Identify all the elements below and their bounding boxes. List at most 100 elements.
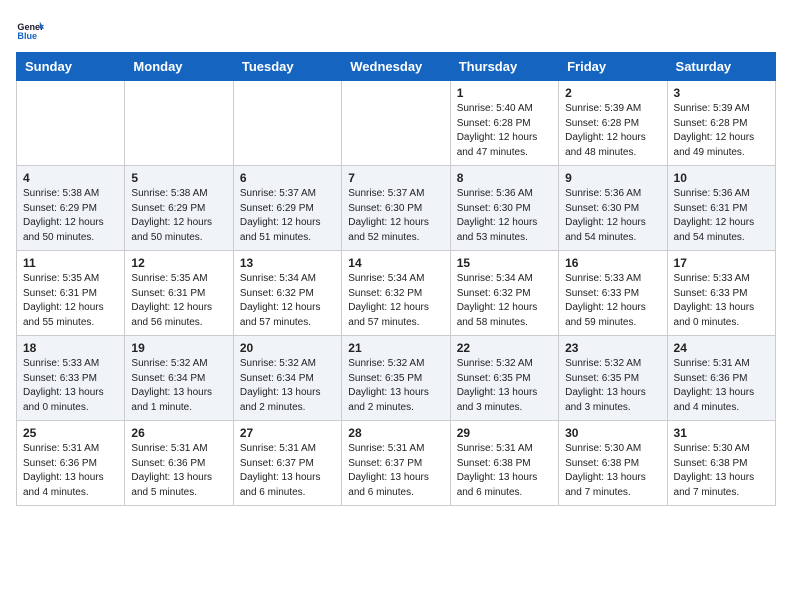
- calendar-day-cell: 31 Sunrise: 5:30 AM Sunset: 6:38 PM Dayli…: [667, 421, 775, 506]
- calendar-day-cell: 18 Sunrise: 5:33 AM Sunset: 6:33 PM Dayli…: [17, 336, 125, 421]
- day-info: Sunrise: 5:32 AM Sunset: 6:35 PM Dayligh…: [348, 357, 443, 415]
- day-info: Sunrise: 5:30 AM Sunset: 6:38 PM Dayligh…: [674, 442, 769, 500]
- day-info: Sunrise: 5:33 AM Sunset: 6:33 PM Dayligh…: [23, 357, 118, 415]
- day-info: Sunrise: 5:34 AM Sunset: 6:32 PM Dayligh…: [240, 272, 335, 330]
- day-info: Sunrise: 5:34 AM Sunset: 6:32 PM Dayligh…: [457, 272, 552, 330]
- day-info: Sunrise: 5:33 AM Sunset: 6:33 PM Dayligh…: [565, 272, 660, 330]
- calendar-day-cell: 16 Sunrise: 5:33 AM Sunset: 6:33 PM Dayli…: [559, 251, 667, 336]
- day-number: 14: [348, 256, 443, 270]
- calendar-day-cell: 14 Sunrise: 5:34 AM Sunset: 6:32 PM Dayli…: [342, 251, 450, 336]
- day-info: Sunrise: 5:31 AM Sunset: 6:36 PM Dayligh…: [23, 442, 118, 500]
- day-info: Sunrise: 5:32 AM Sunset: 6:35 PM Dayligh…: [565, 357, 660, 415]
- calendar-day-cell: 19Sunrise: 5:32 AM Sunset: 6:34 PM Dayli…: [125, 336, 233, 421]
- calendar-day-cell: 13 Sunrise: 5:34 AM Sunset: 6:32 PM Dayli…: [233, 251, 341, 336]
- day-number: 5: [131, 171, 226, 185]
- calendar-day-cell: 8 Sunrise: 5:36 AM Sunset: 6:30 PM Daylig…: [450, 166, 558, 251]
- calendar-week-row: 18 Sunrise: 5:33 AM Sunset: 6:33 PM Dayli…: [17, 336, 776, 421]
- day-info: Sunrise: 5:35 AM Sunset: 6:31 PM Dayligh…: [131, 272, 226, 330]
- day-info: Sunrise: 5:38 AM Sunset: 6:29 PM Dayligh…: [131, 187, 226, 245]
- day-number: 15: [457, 256, 552, 270]
- day-number: 23: [565, 341, 660, 355]
- weekday-header: Saturday: [667, 53, 775, 81]
- day-info: Sunrise: 5:31 AM Sunset: 6:38 PM Dayligh…: [457, 442, 552, 500]
- calendar-header-row: SundayMondayTuesdayWednesdayThursdayFrid…: [17, 53, 776, 81]
- day-number: 19: [131, 341, 226, 355]
- day-info: Sunrise: 5:32 AM Sunset: 6:34 PM Dayligh…: [240, 357, 335, 415]
- calendar-day-cell: 2 Sunrise: 5:39 AM Sunset: 6:28 PM Daylig…: [559, 81, 667, 166]
- calendar-day-cell: 12 Sunrise: 5:35 AM Sunset: 6:31 PM Dayli…: [125, 251, 233, 336]
- day-info: Sunrise: 5:31 AM Sunset: 6:36 PM Dayligh…: [131, 442, 226, 500]
- day-info: Sunrise: 5:35 AM Sunset: 6:31 PM Dayligh…: [23, 272, 118, 330]
- day-number: 28: [348, 426, 443, 440]
- calendar-day-cell: 3 Sunrise: 5:39 AM Sunset: 6:28 PM Daylig…: [667, 81, 775, 166]
- calendar-day-cell: 23 Sunrise: 5:32 AM Sunset: 6:35 PM Dayli…: [559, 336, 667, 421]
- day-number: 22: [457, 341, 552, 355]
- day-info: Sunrise: 5:31 AM Sunset: 6:36 PM Dayligh…: [674, 357, 769, 415]
- day-number: 13: [240, 256, 335, 270]
- calendar-day-cell: 4 Sunrise: 5:38 AM Sunset: 6:29 PM Daylig…: [17, 166, 125, 251]
- day-info: Sunrise: 5:40 AM Sunset: 6:28 PM Dayligh…: [457, 102, 552, 160]
- day-info: Sunrise: 5:34 AM Sunset: 6:32 PM Dayligh…: [348, 272, 443, 330]
- day-number: 12: [131, 256, 226, 270]
- weekday-header: Thursday: [450, 53, 558, 81]
- day-number: 21: [348, 341, 443, 355]
- day-number: 2: [565, 86, 660, 100]
- weekday-header: Sunday: [17, 53, 125, 81]
- day-info: Sunrise: 5:36 AM Sunset: 6:31 PM Dayligh…: [674, 187, 769, 245]
- day-number: 6: [240, 171, 335, 185]
- day-number: 4: [23, 171, 118, 185]
- calendar-day-cell: [17, 81, 125, 166]
- calendar-day-cell: [342, 81, 450, 166]
- calendar-day-cell: 10 Sunrise: 5:36 AM Sunset: 6:31 PM Dayli…: [667, 166, 775, 251]
- calendar-day-cell: 15 Sunrise: 5:34 AM Sunset: 6:32 PM Dayli…: [450, 251, 558, 336]
- svg-text:Blue: Blue: [17, 31, 37, 41]
- calendar-day-cell: 24 Sunrise: 5:31 AM Sunset: 6:36 PM Dayli…: [667, 336, 775, 421]
- day-number: 30: [565, 426, 660, 440]
- day-number: 9: [565, 171, 660, 185]
- weekday-header: Monday: [125, 53, 233, 81]
- day-number: 25: [23, 426, 118, 440]
- day-info: Sunrise: 5:36 AM Sunset: 6:30 PM Dayligh…: [457, 187, 552, 245]
- calendar-day-cell: 11 Sunrise: 5:35 AM Sunset: 6:31 PM Dayli…: [17, 251, 125, 336]
- calendar-day-cell: 20 Sunrise: 5:32 AM Sunset: 6:34 PM Dayli…: [233, 336, 341, 421]
- calendar-day-cell: [233, 81, 341, 166]
- weekday-header: Friday: [559, 53, 667, 81]
- calendar-day-cell: 7Sunrise: 5:37 AM Sunset: 6:30 PM Daylig…: [342, 166, 450, 251]
- day-number: 1: [457, 86, 552, 100]
- logo: General Blue: [16, 16, 44, 44]
- calendar-day-cell: 9Sunrise: 5:36 AM Sunset: 6:30 PM Daylig…: [559, 166, 667, 251]
- calendar-day-cell: 30 Sunrise: 5:30 AM Sunset: 6:38 PM Dayli…: [559, 421, 667, 506]
- day-info: Sunrise: 5:31 AM Sunset: 6:37 PM Dayligh…: [240, 442, 335, 500]
- day-number: 10: [674, 171, 769, 185]
- day-number: 29: [457, 426, 552, 440]
- day-number: 20: [240, 341, 335, 355]
- calendar-day-cell: 17 Sunrise: 5:33 AM Sunset: 6:33 PM Dayli…: [667, 251, 775, 336]
- day-number: 27: [240, 426, 335, 440]
- logo-icon: General Blue: [16, 16, 44, 44]
- calendar-week-row: 25 Sunrise: 5:31 AM Sunset: 6:36 PM Dayli…: [17, 421, 776, 506]
- calendar-day-cell: 5 Sunrise: 5:38 AM Sunset: 6:29 PM Daylig…: [125, 166, 233, 251]
- day-info: Sunrise: 5:31 AM Sunset: 6:37 PM Dayligh…: [348, 442, 443, 500]
- day-number: 3: [674, 86, 769, 100]
- calendar-day-cell: 28 Sunrise: 5:31 AM Sunset: 6:37 PM Dayli…: [342, 421, 450, 506]
- calendar-day-cell: 21 Sunrise: 5:32 AM Sunset: 6:35 PM Dayli…: [342, 336, 450, 421]
- day-number: 26: [131, 426, 226, 440]
- weekday-header: Wednesday: [342, 53, 450, 81]
- day-info: Sunrise: 5:38 AM Sunset: 6:29 PM Dayligh…: [23, 187, 118, 245]
- calendar-week-row: 4 Sunrise: 5:38 AM Sunset: 6:29 PM Daylig…: [17, 166, 776, 251]
- day-info: Sunrise: 5:39 AM Sunset: 6:28 PM Dayligh…: [674, 102, 769, 160]
- day-number: 24: [674, 341, 769, 355]
- day-info: Sunrise: 5:33 AM Sunset: 6:33 PM Dayligh…: [674, 272, 769, 330]
- day-number: 17: [674, 256, 769, 270]
- day-number: 16: [565, 256, 660, 270]
- day-number: 31: [674, 426, 769, 440]
- day-number: 18: [23, 341, 118, 355]
- calendar-day-cell: 6Sunrise: 5:37 AM Sunset: 6:29 PM Daylig…: [233, 166, 341, 251]
- calendar-day-cell: 1 Sunrise: 5:40 AM Sunset: 6:28 PM Daylig…: [450, 81, 558, 166]
- day-number: 11: [23, 256, 118, 270]
- day-number: 8: [457, 171, 552, 185]
- calendar-table: SundayMondayTuesdayWednesdayThursdayFrid…: [16, 52, 776, 506]
- day-info: Sunrise: 5:30 AM Sunset: 6:38 PM Dayligh…: [565, 442, 660, 500]
- day-info: Sunrise: 5:32 AM Sunset: 6:35 PM Dayligh…: [457, 357, 552, 415]
- day-info: Sunrise: 5:39 AM Sunset: 6:28 PM Dayligh…: [565, 102, 660, 160]
